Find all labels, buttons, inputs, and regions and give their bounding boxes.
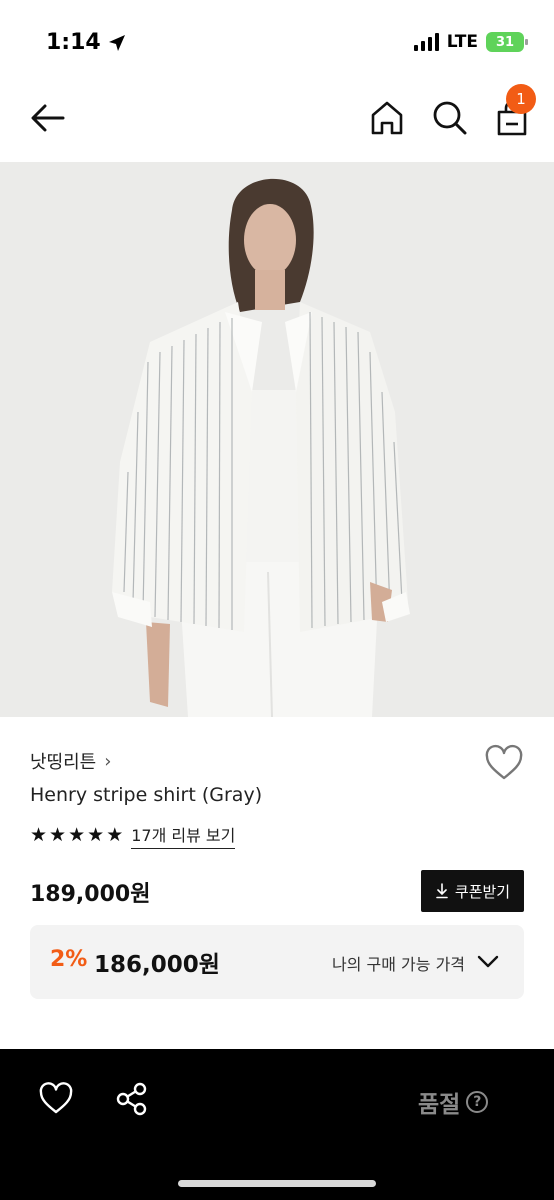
network-label: LTE — [446, 32, 478, 52]
original-price: 189,000원 — [30, 882, 151, 907]
top-nav-bar — [0, 80, 554, 162]
search-icon[interactable] — [430, 98, 470, 138]
wishlist-heart-icon[interactable] — [484, 744, 524, 784]
soldout-label: 품절 — [418, 1092, 461, 1118]
star-icon: ★ — [49, 824, 67, 846]
review-link[interactable]: 17개 리뷰 보기 — [131, 822, 236, 849]
chevron-down-icon[interactable] — [476, 949, 500, 973]
location-arrow-icon — [108, 34, 125, 51]
star-icon: ★ — [87, 824, 105, 846]
status-time-text: 1:14 — [46, 30, 101, 55]
signal-icon — [413, 33, 439, 51]
star-icon: ★ — [30, 824, 48, 846]
battery-level: 31 — [495, 34, 515, 50]
home-icon[interactable] — [368, 98, 406, 138]
soldout-status: 품절 ? — [418, 1085, 489, 1119]
brand-link[interactable]: 낫띵리튼 › — [30, 748, 111, 774]
download-icon — [436, 883, 448, 899]
rating-row: ★ ★ ★ ★ ★ 17개 리뷰 보기 — [30, 822, 236, 849]
discount-rate: 2% — [50, 947, 88, 972]
benefit-label: 나의 구매 가능 가격 — [332, 955, 466, 974]
product-image[interactable] — [0, 162, 554, 717]
discount-price: 186,000원 — [94, 952, 220, 978]
coupon-button[interactable]: 쿠폰받기 — [421, 870, 524, 912]
status-bar: 1:14 LTE 31 — [0, 0, 554, 80]
status-time: 1:14 — [46, 30, 127, 55]
star-rating: ★ ★ ★ ★ ★ — [30, 826, 123, 845]
product-title: Henry stripe shirt (Gray) — [30, 784, 263, 806]
model-photo — [0, 162, 554, 717]
battery-icon: 31 — [486, 32, 528, 52]
star-icon: ★ — [68, 824, 86, 846]
bottom-action-bar: 품절 ? — [0, 1049, 554, 1200]
brand-name: 낫띵리튼 — [30, 752, 97, 773]
share-icon[interactable] — [114, 1081, 150, 1117]
benefit-price-panel[interactable]: 2% 186,000원 나의 구매 가능 가격 — [30, 925, 524, 999]
status-indicators: LTE 31 — [413, 32, 528, 52]
back-arrow-icon[interactable] — [28, 98, 68, 138]
chevron-right-icon: › — [104, 750, 112, 772]
heart-icon[interactable] — [38, 1081, 74, 1117]
coupon-button-label: 쿠폰받기 — [454, 882, 511, 901]
help-icon[interactable]: ? — [466, 1091, 489, 1113]
cart-count-badge: 1 — [506, 84, 536, 114]
home-indicator — [178, 1180, 376, 1187]
star-icon: ★ — [106, 824, 124, 846]
